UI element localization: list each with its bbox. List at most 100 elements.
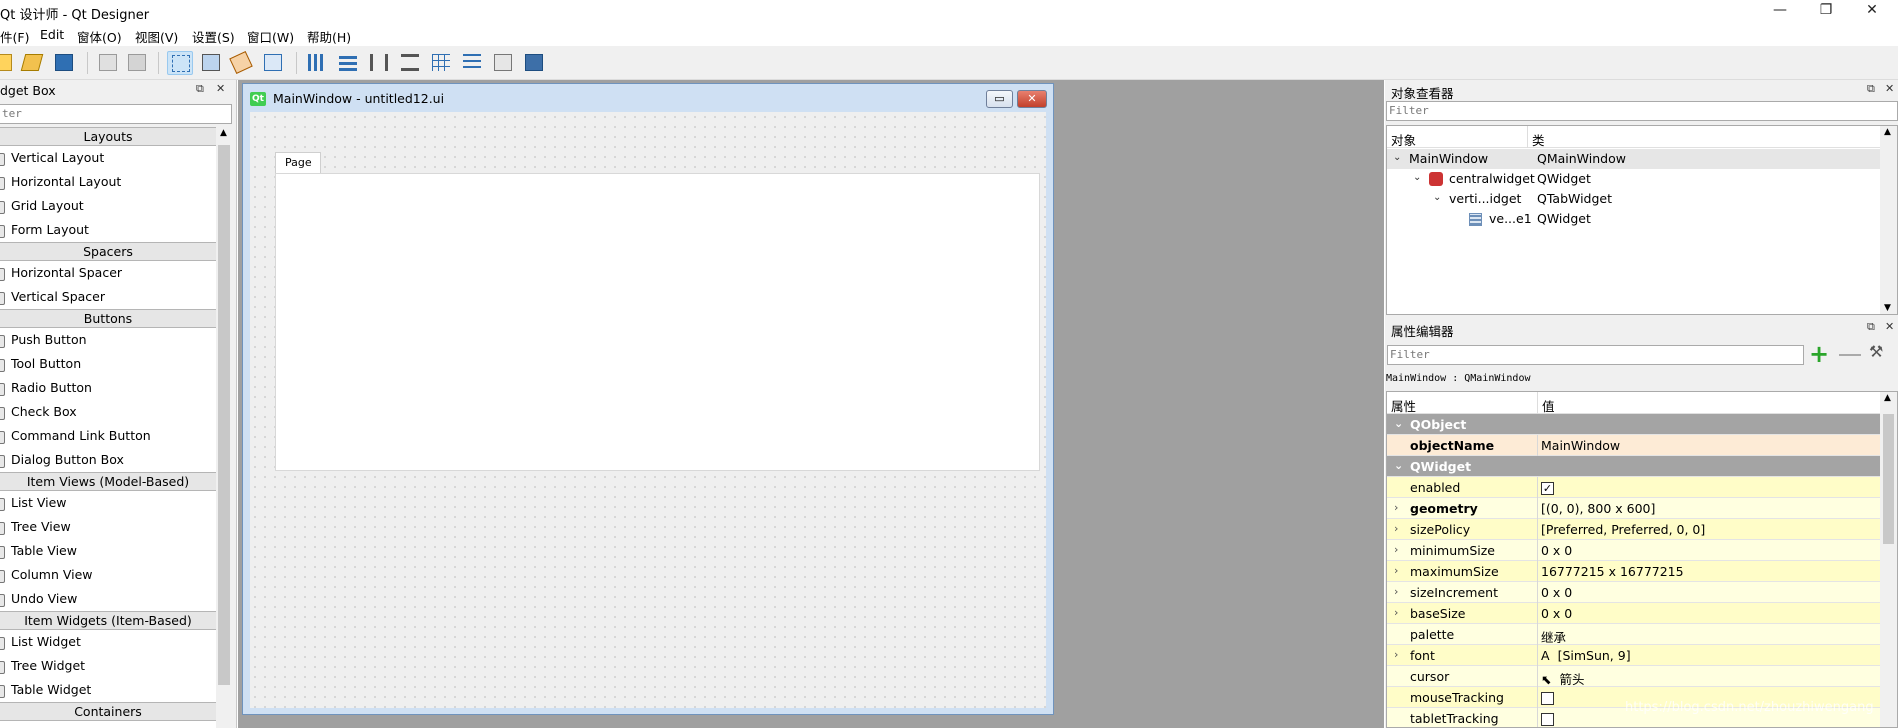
close-dock-button[interactable]: ✕ [1885,320,1894,333]
open-button[interactable] [19,51,45,75]
collapse-arrow-icon[interactable]: ⌄ [1393,152,1401,163]
property-row-geometry[interactable]: › geometry [(0, 0), 800 x 600] [1387,498,1882,519]
column-header-class[interactable]: 类 [1532,130,1545,149]
layout-splitter-vertical-button[interactable] [397,51,423,75]
widget-item-horizontal-spacer[interactable]: Horizontal Spacer [0,261,216,285]
column-header-object[interactable]: 对象 [1391,130,1416,149]
widget-item-horizontal-layout[interactable]: Horizontal Layout [0,170,216,194]
restore-button[interactable]: ❐ [1803,0,1849,22]
widget-item-tree-view[interactable]: Tree View [0,515,216,539]
expand-arrow-icon[interactable]: › [1394,585,1398,598]
menu-file[interactable]: 件(F) [0,27,29,46]
checkbox-unchecked[interactable] [1541,692,1554,705]
close-dock-button[interactable]: ✕ [216,82,225,95]
tree-row[interactable]: ⌄ verti...idget QTabWidget [1387,189,1880,209]
widget-item-dialog-button-box[interactable]: Dialog Button Box [0,448,216,472]
widget-item-table-view[interactable]: Table View [0,539,216,563]
tab-widget-pane[interactable] [275,173,1040,471]
widget-box-filter-input[interactable]: ter [0,104,232,124]
edit-signals-slots-button[interactable] [198,51,224,75]
category-item-views-model-based[interactable]: Item Views (Model-Based) [0,472,216,491]
widget-item-check-box[interactable]: Check Box [0,400,216,424]
scroll-up-arrow-icon[interactable]: ▲ [1884,127,1891,137]
checkbox-unchecked[interactable] [1541,713,1554,726]
float-dock-button[interactable]: ⧉ [1867,82,1875,96]
menu-form[interactable]: 窗体(O) [77,27,122,46]
widget-item-vertical-spacer[interactable]: Vertical Spacer [0,285,216,309]
widget-item-form-layout[interactable]: Form Layout [0,218,216,242]
edit-widgets-button[interactable] [167,51,193,75]
configure-icon[interactable]: ⚒ [1869,342,1883,361]
widget-item-undo-view[interactable]: Undo View [0,587,216,611]
property-group-qwidget[interactable]: ⌄ QWidget [1387,456,1882,477]
tab-page[interactable]: Page [275,152,321,174]
close-button[interactable]: ✕ [1849,0,1895,22]
column-header-value[interactable]: 值 [1542,396,1555,415]
scroll-up-arrow-icon[interactable]: ▲ [1884,393,1891,403]
widget-item-tree-widget[interactable]: Tree Widget [0,654,216,678]
widget-item-radio-button[interactable]: Radio Button [0,376,216,400]
property-row-minimumsize[interactable]: › minimumSize 0 x 0 [1387,540,1882,561]
collapse-arrow-icon[interactable]: ⌄ [1394,459,1403,472]
form-close-button[interactable]: ✕ [1017,90,1047,108]
property-row-sizepolicy[interactable]: › sizePolicy [Preferred, Preferred, 0, 0] [1387,519,1882,540]
widget-item-list-widget[interactable]: List Widget [0,630,216,654]
form-minimize-button[interactable]: ▭ [986,90,1013,108]
minimize-button[interactable]: — [1757,0,1803,22]
property-row-maximumsize[interactable]: › maximumSize 16777215 x 16777215 [1387,561,1882,582]
property-row-basesize[interactable]: › baseSize 0 x 0 [1387,603,1882,624]
property-group-qobject[interactable]: ⌄ QObject [1387,414,1882,435]
close-dock-button[interactable]: ✕ [1885,82,1894,95]
column-header-property[interactable]: 属性 [1391,396,1416,415]
property-table-scrollbar[interactable]: ▲ [1880,392,1897,727]
break-layout-button[interactable] [490,51,516,75]
tree-row[interactable]: ⌄ centralwidget QWidget [1387,169,1880,189]
category-buttons[interactable]: Buttons [0,309,216,328]
property-row-palette[interactable]: palette 继承 [1387,624,1882,645]
collapse-arrow-icon[interactable]: ⌄ [1394,417,1403,430]
expand-arrow-icon[interactable]: › [1394,564,1398,577]
widget-item-grid-layout[interactable]: Grid Layout [0,194,216,218]
widget-item-command-link-button[interactable]: Command Link Button [0,424,216,448]
property-row-enabled[interactable]: enabled ✓ [1387,477,1882,498]
add-dynamic-property-icon[interactable]: + [1809,342,1829,366]
layout-vertically-button[interactable] [335,51,361,75]
adjust-size-button[interactable] [521,51,547,75]
widget-item-push-button[interactable]: Push Button [0,328,216,352]
widget-item-vertical-layout[interactable]: Vertical Layout [0,146,216,170]
new-form-button[interactable] [0,51,16,75]
scroll-down-arrow-icon[interactable]: ▼ [1884,303,1891,313]
widget-item-tool-button[interactable]: Tool Button [0,352,216,376]
layout-grid-button[interactable] [428,51,454,75]
tree-row[interactable]: ve...e1 QWidget [1387,209,1880,229]
widget-list-scrollbar[interactable]: ▲ [216,127,233,728]
menu-view[interactable]: 视图(V) [135,27,178,46]
property-row-sizeincrement[interactable]: › sizeIncrement 0 x 0 [1387,582,1882,603]
form-window[interactable]: Qt MainWindow - untitled12.ui ▭ ✕ Page [242,83,1054,715]
send-to-back-button[interactable] [95,51,121,75]
category-item-widgets-item-based[interactable]: Item Widgets (Item-Based) [0,611,216,630]
expand-arrow-icon[interactable]: › [1394,648,1398,661]
category-spacers[interactable]: Spacers [0,242,216,261]
property-row-font[interactable]: › font A [SimSun, 9] [1387,645,1882,666]
collapse-arrow-icon[interactable]: ⌄ [1413,172,1421,183]
expand-arrow-icon[interactable]: › [1394,606,1398,619]
category-layouts[interactable]: Layouts [0,127,216,146]
menu-settings[interactable]: 设置(S) [192,27,235,46]
float-dock-button[interactable]: ⧉ [1867,320,1875,334]
scrollbar-thumb[interactable] [218,145,230,685]
layout-horizontally-button[interactable] [304,51,330,75]
expand-arrow-icon[interactable]: › [1394,543,1398,556]
property-row-cursor[interactable]: cursor ⬉ 箭头 [1387,666,1882,687]
edit-tab-order-button[interactable] [260,51,286,75]
edit-buddies-button[interactable] [228,50,254,75]
object-tree-scrollbar[interactable]: ▲ ▼ [1880,126,1897,314]
menu-help[interactable]: 帮助(H) [307,27,351,46]
collapse-arrow-icon[interactable]: ⌄ [1433,192,1441,203]
widget-item-table-widget[interactable]: Table Widget [0,678,216,702]
property-filter-input[interactable]: Filter [1387,345,1804,365]
remove-dynamic-property-icon[interactable] [1839,354,1861,356]
widget-item-list-view[interactable]: List View [0,491,216,515]
layout-form-button[interactable] [459,51,485,75]
scroll-up-arrow-icon[interactable]: ▲ [220,128,227,138]
